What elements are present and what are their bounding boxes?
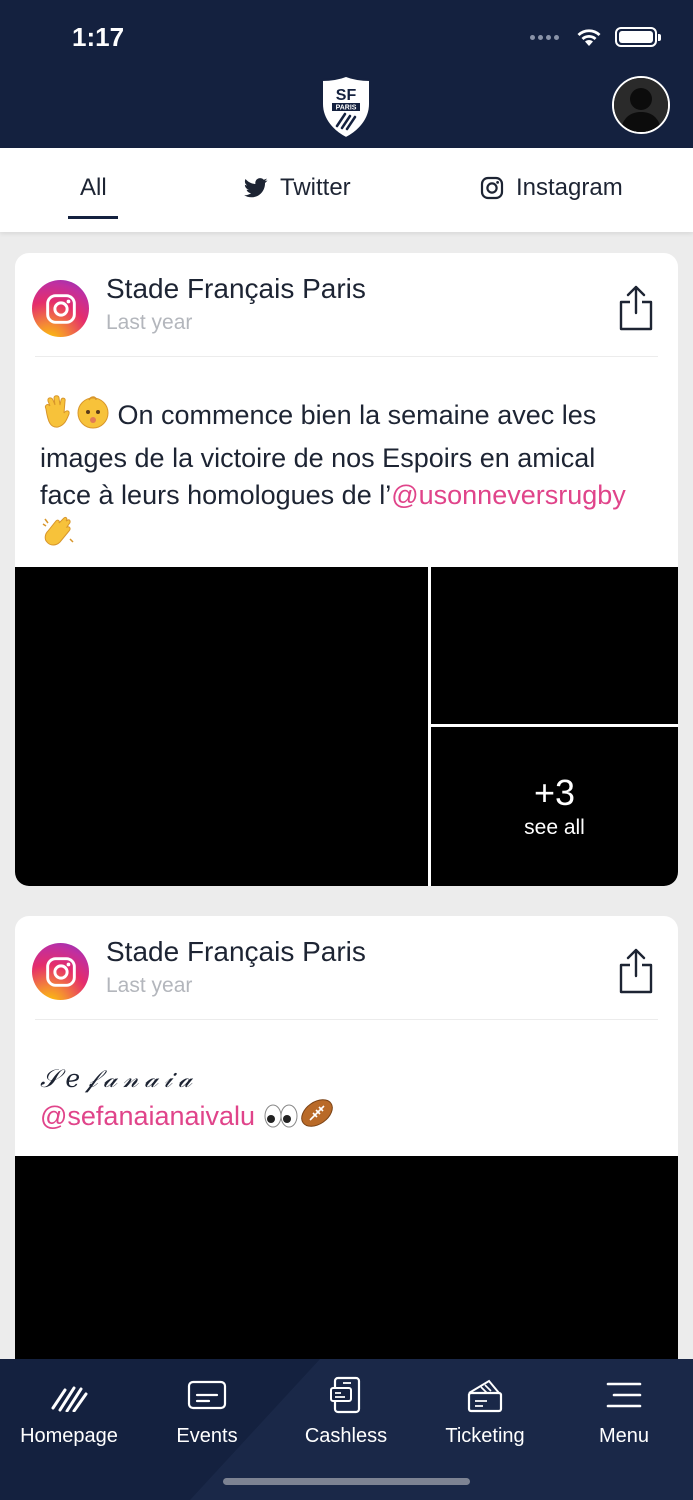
cashless-phone-icon — [324, 1375, 368, 1415]
tab-twitter[interactable]: Twitter — [244, 174, 351, 202]
nav-cashless-label: Cashless — [304, 1425, 388, 1447]
gallery-image-secondary[interactable] — [431, 567, 678, 724]
post-text: @sefanaianaivalu — [40, 1096, 335, 1140]
ticketing-ticket-icon — [463, 1375, 507, 1415]
battery-icon — [615, 27, 661, 47]
twitter-icon — [244, 178, 268, 198]
nav-events[interactable]: Events — [138, 1375, 276, 1448]
status-time: 1:17 — [72, 22, 125, 52]
post-text: On commence bien la semaine avec les ima… — [40, 395, 648, 559]
post-script-name: 𝒮𝑒𝒻𝒶𝓃𝒶𝒾𝒶 — [40, 1064, 198, 1093]
baby-face-icon — [76, 395, 110, 440]
nav-ticketing-label: Ticketing — [445, 1425, 525, 1447]
active-tab-indicator — [68, 216, 118, 219]
divider — [35, 356, 658, 357]
rugby-ball-icon — [299, 1096, 335, 1140]
app-header: 1:17 SF PARIS — [0, 0, 693, 148]
tab-all-label: All — [80, 174, 107, 201]
post-author: Stade Français Paris — [106, 936, 366, 967]
post-card[interactable]: Stade Français Paris Last year 𝒮𝑒𝒻𝒶𝓃𝒶𝒾𝒶 … — [15, 916, 678, 1376]
user-avatar[interactable] — [612, 76, 670, 134]
logo-text-bottom: PARIS — [336, 105, 357, 112]
gallery-image-main[interactable] — [15, 567, 428, 886]
mention-link[interactable]: @sefanaianaivalu — [40, 1101, 255, 1131]
homepage-claw-icon — [47, 1375, 91, 1415]
nav-homepage[interactable]: Homepage — [0, 1375, 138, 1448]
nav-homepage-label: Homepage — [20, 1425, 118, 1447]
tab-twitter-label: Twitter — [280, 174, 351, 201]
tab-all[interactable]: All — [80, 174, 107, 202]
home-indicator — [223, 1478, 470, 1485]
post-time: Last year — [106, 311, 193, 334]
post-image[interactable] — [15, 1156, 678, 1376]
tab-instagram[interactable]: Instagram — [480, 174, 623, 202]
logo-text-top: SF — [336, 87, 357, 104]
menu-hamburger-icon — [602, 1375, 646, 1415]
more-count: +3 — [533, 771, 576, 813]
post-author: Stade Français Paris — [106, 273, 366, 304]
stade-francais-logo[interactable]: SF PARIS — [320, 74, 372, 140]
events-card-icon — [185, 1375, 229, 1415]
cellular-signal-icon — [530, 34, 559, 40]
gallery-see-all[interactable]: +3 see all — [431, 727, 678, 886]
nav-menu-label: Menu — [598, 1425, 650, 1447]
instagram-source-icon — [32, 943, 89, 1000]
nav-menu[interactable]: Menu — [555, 1375, 693, 1448]
wifi-icon — [577, 29, 601, 46]
instagram-source-icon — [32, 280, 89, 337]
nav-cashless[interactable]: Cashless — [277, 1375, 415, 1448]
status-indicators — [530, 26, 661, 48]
share-icon[interactable] — [618, 948, 654, 994]
nav-ticketing[interactable]: Ticketing — [416, 1375, 554, 1448]
tab-instagram-label: Instagram — [516, 174, 623, 201]
post-time: Last year — [106, 974, 193, 997]
waving-hand-icon — [40, 395, 76, 440]
feed-tabs: All Twitter Instagram — [0, 148, 693, 232]
post-card[interactable]: Stade Français Paris Last year On commen… — [15, 253, 678, 886]
mention-link[interactable]: @usonneversrugby — [391, 480, 626, 510]
nav-events-label: Events — [176, 1425, 238, 1447]
eyes-icon — [263, 1102, 299, 1140]
see-all-label: see all — [524, 815, 585, 839]
clapping-hands-icon — [40, 515, 76, 560]
instagram-icon — [480, 176, 504, 200]
divider — [35, 1019, 658, 1020]
share-icon[interactable] — [618, 285, 654, 331]
